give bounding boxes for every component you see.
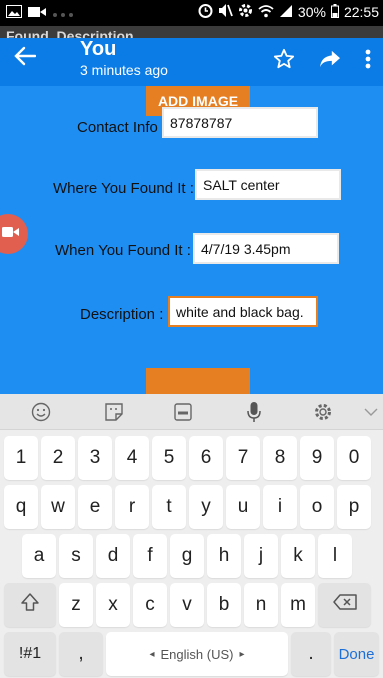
key-n[interactable]: n <box>244 583 278 627</box>
done-key[interactable]: Done <box>334 632 379 676</box>
comma-key[interactable]: , <box>59 632 103 676</box>
app-screen: Found_Description You 3 minutes ago ADD … <box>0 26 383 394</box>
key-y[interactable]: y <box>189 485 223 529</box>
key-p[interactable]: p <box>337 485 371 529</box>
key-1[interactable]: 1 <box>4 436 38 480</box>
description-text: white and black bag. <box>176 304 304 320</box>
key-l[interactable]: l <box>318 534 352 578</box>
contact-info-field[interactable]: 87878787 <box>162 107 318 138</box>
space-bar-language-label: English (US) <box>160 646 234 662</box>
action-bar: You 3 minutes ago <box>0 38 383 86</box>
mute-icon <box>218 3 233 21</box>
key-q[interactable]: q <box>4 485 38 529</box>
emoji-icon[interactable] <box>30 401 52 423</box>
submit-button[interactable] <box>146 368 250 394</box>
key-w[interactable]: w <box>41 485 75 529</box>
action-bar-subtitle: 3 minutes ago <box>80 62 168 78</box>
key-e[interactable]: e <box>78 485 112 529</box>
key-i[interactable]: i <box>263 485 297 529</box>
description-label: Description : <box>80 306 164 323</box>
key-k[interactable]: k <box>281 534 315 578</box>
key-o[interactable]: o <box>300 485 334 529</box>
key-4[interactable]: 4 <box>115 436 149 480</box>
key-u[interactable]: u <box>226 485 260 529</box>
video-camera-icon <box>2 225 20 243</box>
key-v[interactable]: v <box>170 583 204 627</box>
key-d[interactable]: d <box>96 534 130 578</box>
language-right-arrow-icon: ▸ <box>239 648 245 660</box>
where-found-field[interactable]: SALT center <box>195 169 341 200</box>
action-bar-title: You <box>80 38 117 60</box>
key-0[interactable]: 0 <box>337 436 371 480</box>
where-found-label: Where You Found It : <box>53 180 194 197</box>
status-right: 30% 22:55 <box>198 3 379 21</box>
camera-fab[interactable] <box>0 214 28 254</box>
key-3[interactable]: 3 <box>78 436 112 480</box>
alarm-icon <box>198 3 213 21</box>
key-z[interactable]: z <box>59 583 93 627</box>
status-bar: 30% 22:55 <box>0 0 383 26</box>
microphone-icon[interactable] <box>243 401 265 423</box>
settings-notification-icon <box>238 3 253 21</box>
symbols-key[interactable]: !#1 <box>4 632 56 676</box>
status-left <box>6 5 74 23</box>
key-j[interactable]: j <box>244 534 278 578</box>
gif-icon[interactable] <box>172 401 194 423</box>
shift-arrow-icon <box>20 592 40 618</box>
battery-percent: 30% <box>297 4 326 20</box>
overflow-menu-icon[interactable] <box>365 49 371 74</box>
key-f[interactable]: f <box>133 534 167 578</box>
when-found-label: When You Found It : <box>55 242 191 259</box>
battery-icon <box>330 3 339 21</box>
action-bar-actions <box>273 48 371 75</box>
contact-info-label: Contact Info : <box>77 119 167 136</box>
share-forward-icon[interactable] <box>319 49 341 74</box>
collapse-keyboard-chevron-icon[interactable] <box>360 401 382 423</box>
more-notifications-icon <box>52 5 74 23</box>
gallery-notification-icon <box>6 5 22 23</box>
shift-key[interactable] <box>4 583 56 627</box>
key-8[interactable]: 8 <box>263 436 297 480</box>
language-left-arrow-icon: ◂ <box>149 648 155 660</box>
sticker-icon[interactable] <box>103 401 125 423</box>
clock-time: 22:55 <box>343 4 379 20</box>
key-t[interactable]: t <box>152 485 186 529</box>
key-7[interactable]: 7 <box>226 436 260 480</box>
description-field[interactable]: white and black bag. <box>168 296 318 327</box>
when-found-field[interactable]: 4/7/19 3.45pm <box>193 233 339 264</box>
video-notification-icon <box>28 5 46 23</box>
soft-keyboard: 1 2 3 4 5 6 7 8 9 0 q w e r t y u i o p … <box>0 394 383 678</box>
star-icon[interactable] <box>273 48 295 75</box>
key-b[interactable]: b <box>207 583 241 627</box>
space-bar[interactable]: ◂ English (US) ▸ <box>106 632 288 676</box>
key-5[interactable]: 5 <box>152 436 186 480</box>
backspace-icon <box>332 594 357 616</box>
keyboard-toolbar <box>0 394 383 430</box>
key-9[interactable]: 9 <box>300 436 334 480</box>
key-r[interactable]: r <box>115 485 149 529</box>
signal-icon <box>279 4 293 21</box>
key-c[interactable]: c <box>133 583 167 627</box>
back-arrow-icon[interactable] <box>14 46 37 71</box>
key-m[interactable]: m <box>281 583 315 627</box>
key-6[interactable]: 6 <box>189 436 223 480</box>
period-key[interactable]: . <box>291 632 331 676</box>
keyboard-settings-icon[interactable] <box>312 401 334 423</box>
key-a[interactable]: a <box>22 534 56 578</box>
wifi-icon <box>258 4 274 21</box>
key-x[interactable]: x <box>96 583 130 627</box>
key-h[interactable]: h <box>207 534 241 578</box>
backspace-key[interactable] <box>318 583 371 627</box>
key-s[interactable]: s <box>59 534 93 578</box>
key-g[interactable]: g <box>170 534 204 578</box>
key-2[interactable]: 2 <box>41 436 75 480</box>
